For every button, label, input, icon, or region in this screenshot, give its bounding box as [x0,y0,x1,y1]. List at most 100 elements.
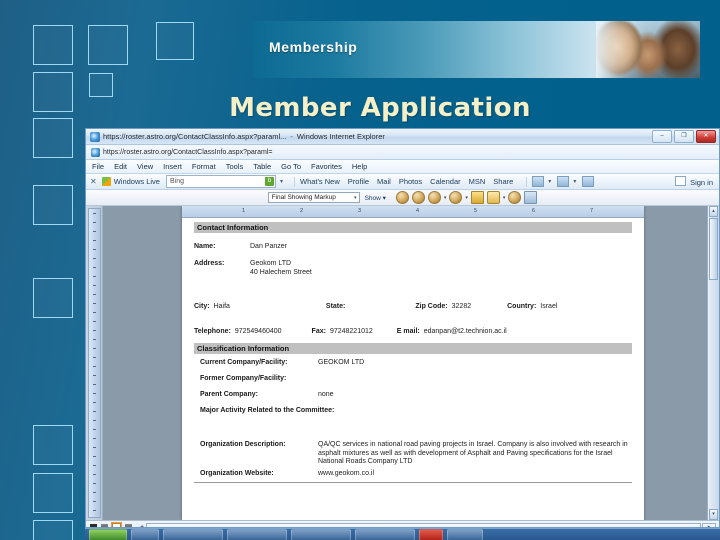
bullet-square [33,278,73,318]
close-button[interactable]: ✕ [696,130,716,143]
track-changes-icon[interactable] [508,191,522,204]
field-value-country: Israel [540,303,558,311]
field-label: Address: [194,259,225,267]
taskbar-item[interactable] [447,529,483,540]
live-link-photos[interactable]: Photos [399,177,422,186]
menu-item-tools[interactable]: Tools [226,162,244,171]
field-value: none [318,390,334,398]
field-value-zip: 32282 [451,303,472,311]
reviewing-pane-icon[interactable] [524,191,538,204]
new-comment-icon[interactable] [470,191,484,204]
toolbar-divider [526,176,528,187]
field-current-company: Current Company/Facility: GEOKOM LTD [194,359,632,368]
live-link-whats-new[interactable]: What's New [300,177,340,186]
field-label: Organization Website: [200,469,274,477]
toolbar-divider [294,176,295,187]
people-icon[interactable] [582,176,595,187]
menu-item-view[interactable]: View [137,162,153,171]
menu-item-edit[interactable]: Edit [114,162,127,171]
field-label: Parent Company: [200,390,258,398]
menu-item-help[interactable]: Help [352,162,367,171]
bullet-square [33,25,73,65]
mail-icon[interactable] [557,176,570,187]
chevron-down-icon[interactable]: ▾ [465,195,468,201]
document-scrollbar[interactable]: ▴ ▾ [707,206,719,520]
bing-search-icon[interactable]: b [264,177,274,186]
row-city-state-zip-country: City: Haifa State: Zip Code: 32282 Count… [194,303,632,310]
restore-button[interactable]: ❐ [674,130,694,143]
bullet-square [33,118,73,158]
chevron-down-icon[interactable]: ▾ [503,195,506,201]
title-separator: - [290,132,293,141]
menu-item-file[interactable]: File [92,162,104,171]
chevron-down-icon[interactable]: ▾ [548,178,551,185]
field-value: Geokom LTD 40 Halechem Street [250,260,312,278]
start-button[interactable] [89,529,127,540]
chevron-down-icon[interactable]: ▾ [354,195,357,201]
search-dropdown-icon[interactable]: ▾ [280,178,283,185]
windows-live-toolbar: ✕ Windows Live Bing b ▾ What's New Profi… [86,174,719,190]
accept-change-icon[interactable] [427,191,441,204]
document-page: 1 2 3 4 5 6 7 Contact Information Name: … [182,206,644,520]
taskbar-item[interactable] [419,529,443,540]
document-vertical-ruler[interactable] [88,208,101,518]
word-reviewing-toolbar: Final Showing Markup ▾ Show ▾ ▾ ▾ ▾ [86,190,719,206]
scrollbar-thumb[interactable] [709,218,718,280]
taskbar-item[interactable] [163,529,223,540]
field-parent-company: Parent Company: none [194,391,632,400]
taskbar-item[interactable] [227,529,287,540]
live-link-share[interactable]: Share [493,177,513,186]
live-link-msn[interactable]: MSN [469,177,486,186]
taskbar-item[interactable] [291,529,351,540]
bullet-square [33,72,73,112]
menu-item-goto[interactable]: Go To [281,162,301,171]
scroll-down-arrow[interactable]: ▾ [709,509,718,520]
ruler-mark-2: 2 [300,208,304,214]
banner-title: Membership [269,39,358,55]
window-titlebar: https://roster.astro.org/ContactClassInf… [86,129,719,145]
section-heading-classification-information: Classification Information [194,343,632,355]
field-label-email: E mail: [396,328,420,336]
taskbar-item[interactable] [355,529,415,540]
field-value: www.geokom.co.il [318,469,375,477]
address-bar[interactable]: https://roster.astro.org/ContactClassInf… [86,145,719,160]
internet-explorer-window: https://roster.astro.org/ContactClassInf… [85,128,720,528]
left-gutter [86,206,103,520]
taskbar-item[interactable] [131,529,159,540]
live-link-mail[interactable]: Mail [377,177,391,186]
ruler-mark-4: 4 [416,208,420,214]
address-bar-url: https://roster.astro.org/ContactClassInf… [103,148,273,156]
page-title: Member Application [229,93,531,123]
ie-icon [90,131,100,142]
live-link-profile[interactable]: Profile [348,177,369,186]
highlight-icon[interactable] [486,191,500,204]
sign-in-link[interactable]: Sign in [675,176,713,187]
chart-icon[interactable] [532,176,545,187]
next-change-icon[interactable] [411,191,425,204]
field-label: Former Company/Facility: [200,375,287,382]
field-label-telephone: Telephone: [194,328,231,336]
markup-mode-select[interactable]: Final Showing Markup ▾ [267,192,360,203]
show-button[interactable]: Show ▾ [365,194,386,202]
ruler-mark-5: 5 [474,208,478,214]
field-label: Current Company/Facility: [200,359,288,367]
menu-item-format[interactable]: Format [192,162,216,171]
field-major-activity: Major Activity Related to the Committee: [194,407,632,416]
menu-item-table[interactable]: Table [253,162,271,171]
field-label-state: State: [325,303,346,311]
live-link-calendar[interactable]: Calendar [430,177,460,186]
chevron-down-icon[interactable]: ▾ [573,178,576,185]
field-value: QA/QC services in national road paving p… [318,441,628,466]
ruler-mark-3: 3 [358,208,362,214]
close-toolbar-icon[interactable]: ✕ [90,177,97,186]
minimize-button[interactable]: – [652,130,672,143]
field-label: Major Activity Related to the Committee: [200,406,335,414]
previous-change-icon[interactable] [395,191,409,204]
reject-change-icon[interactable] [449,191,463,204]
search-input[interactable]: Bing b [165,175,276,188]
scroll-up-arrow[interactable]: ▴ [709,206,718,217]
menu-item-favorites[interactable]: Favorites [311,162,342,171]
chevron-down-icon[interactable]: ▾ [444,195,447,201]
presentation-slide: Membership Member Application https://ro… [0,0,720,540]
menu-item-insert[interactable]: Insert [163,162,182,171]
